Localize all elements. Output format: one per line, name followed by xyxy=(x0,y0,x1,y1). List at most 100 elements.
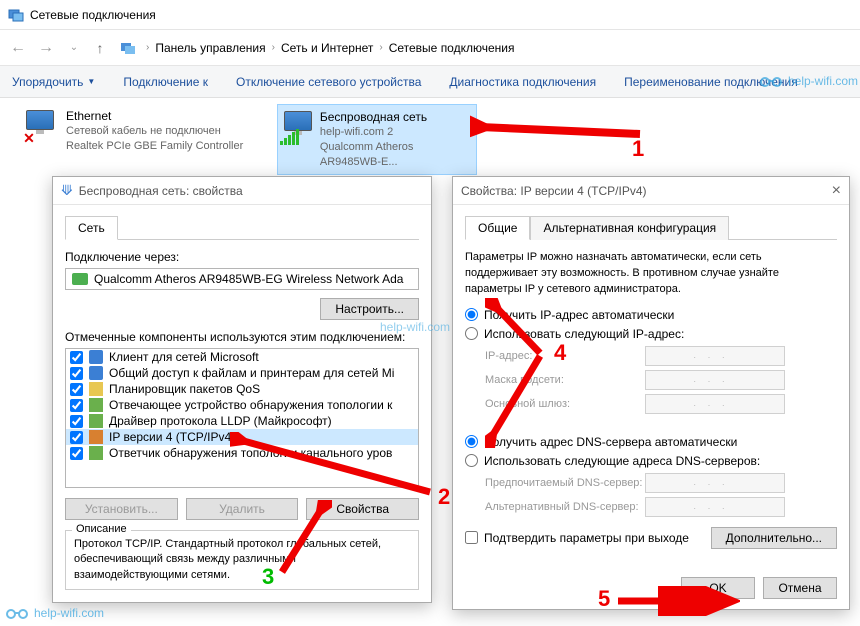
mask-label: Маска подсети: xyxy=(485,374,645,386)
breadcrumb-item[interactable]: Панель управления xyxy=(155,41,265,55)
connection-status: help-wifi.com 2 xyxy=(320,125,472,140)
dropdown-history[interactable]: ⌄ xyxy=(62,36,86,60)
watermark: help-wifi.com xyxy=(380,320,450,334)
annotation-label-3: 3 xyxy=(262,564,274,590)
ip-auto-radio[interactable] xyxy=(465,308,478,321)
watermark: help-wifi.com xyxy=(6,606,104,620)
responder-icon xyxy=(89,446,103,460)
chevron-down-icon: ▼ xyxy=(87,77,95,86)
radio-dns-manual[interactable]: Использовать следующие адреса DNS-сервер… xyxy=(465,454,837,468)
connection-name: Беспроводная сеть xyxy=(320,109,472,125)
up-button[interactable]: ↑ xyxy=(90,36,110,60)
back-button[interactable]: ← xyxy=(6,36,30,60)
watermark: help-wifi.com xyxy=(760,74,858,88)
dialog-footer: OK Отмена xyxy=(453,567,849,609)
adapter-name: Qualcomm Atheros AR9485WB-EG Wireless Ne… xyxy=(94,272,403,286)
connect-to-button[interactable]: Подключение к xyxy=(123,75,208,89)
description-label: Описание xyxy=(72,523,131,535)
dialog-title: Свойства: IP версии 4 (TCP/IPv4) xyxy=(461,184,811,198)
connect-via-label: Подключение через: xyxy=(65,250,419,264)
adapter-icon xyxy=(72,273,88,285)
dialog-title: Беспроводная сеть: свойства xyxy=(79,184,423,198)
advanced-button[interactable]: Дополнительно... xyxy=(711,527,837,549)
connection-wireless[interactable]: Беспроводная сеть help-wifi.com 2 Qualco… xyxy=(277,104,477,175)
tab-strip: Сеть xyxy=(65,215,419,240)
adapter-field[interactable]: Qualcomm Atheros AR9485WB-EG Wireless Ne… xyxy=(65,268,419,290)
dialog-titlebar[interactable]: Свойства: IP версии 4 (TCP/IPv4) × xyxy=(453,177,849,205)
breadcrumb[interactable]: › Панель управления › Сеть и Интернет › … xyxy=(120,40,856,56)
remove-button[interactable]: Удалить xyxy=(186,498,299,520)
annotation-label-2: 2 xyxy=(438,484,450,510)
ipv4-icon xyxy=(89,430,103,444)
components-list[interactable]: Клиент для сетей Microsoft Общий доступ … xyxy=(65,348,419,488)
gateway-input: ... xyxy=(645,394,785,414)
connection-name: Ethernet xyxy=(66,108,243,124)
radio-ip-manual[interactable]: Использовать следующий IP-адрес: xyxy=(465,327,837,341)
component-checkbox[interactable] xyxy=(70,447,83,460)
connection-ethernet[interactable]: ✕ Ethernet Сетевой кабель не подключен R… xyxy=(20,104,247,175)
list-item[interactable]: Общий доступ к файлам и принтерам для се… xyxy=(66,365,418,381)
breadcrumb-item[interactable]: Сеть и Интернет xyxy=(281,41,373,55)
tab-alternate[interactable]: Альтернативная конфигурация xyxy=(530,216,729,240)
cancel-button[interactable]: Отмена xyxy=(763,577,837,599)
dialog-titlebar[interactable]: ⟱ Беспроводная сеть: свойства xyxy=(53,177,431,205)
connection-device: Qualcomm Atheros AR9485WB-E... xyxy=(320,140,472,170)
confirm-checkbox-row[interactable]: Подтвердить параметры при выходе Дополни… xyxy=(465,527,837,549)
list-item[interactable]: Отвечающее устройство обнаружения тополо… xyxy=(66,397,418,413)
annotation-label-5: 5 xyxy=(598,586,610,612)
disable-device-button[interactable]: Отключение сетевого устройства xyxy=(236,75,421,89)
forward-button[interactable]: → xyxy=(34,36,58,60)
wireless-properties-dialog: ⟱ Беспроводная сеть: свойства Сеть Подкл… xyxy=(52,176,432,603)
install-button[interactable]: Установить... xyxy=(65,498,178,520)
ethernet-icon: ✕ xyxy=(24,108,60,144)
list-item[interactable]: Планировщик пакетов QoS xyxy=(66,381,418,397)
list-item[interactable]: Ответчик обнаружения топологии канальног… xyxy=(66,445,418,461)
component-checkbox[interactable] xyxy=(70,367,83,380)
diagnose-button[interactable]: Диагностика подключения xyxy=(449,75,596,89)
component-checkbox[interactable] xyxy=(70,351,83,364)
dns-alt-input: ... xyxy=(645,497,785,517)
list-item-ipv4[interactable]: IP версии 4 (TCP/IPv4) xyxy=(66,429,418,445)
error-icon: ✕ xyxy=(22,132,36,146)
logo-icon xyxy=(6,606,28,620)
command-bar: Упорядочить▼ Подключение к Отключение се… xyxy=(0,66,860,98)
ip-manual-radio[interactable] xyxy=(465,327,478,340)
connection-device: Realtek PCIe GBE Family Controller xyxy=(66,139,243,154)
tab-network[interactable]: Сеть xyxy=(65,216,118,240)
share-icon xyxy=(89,366,103,380)
configure-button[interactable]: Настроить... xyxy=(320,298,419,320)
dns-auto-radio[interactable] xyxy=(465,435,478,448)
component-checkbox[interactable] xyxy=(70,399,83,412)
mask-input: ... xyxy=(645,370,785,390)
client-icon xyxy=(89,350,103,364)
list-item[interactable]: Драйвер протокола LLDP (Майкрософт) xyxy=(66,413,418,429)
component-checkbox[interactable] xyxy=(70,431,83,444)
breadcrumb-item[interactable]: Сетевые подключения xyxy=(389,41,515,55)
network-icon xyxy=(8,7,24,23)
ipv4-info-text: Параметры IP можно назначать автоматичес… xyxy=(465,250,837,298)
list-item[interactable]: Клиент для сетей Microsoft xyxy=(66,349,418,365)
dns-fields: Предпочитаемый DNS-сервер:... Альтернати… xyxy=(485,473,837,517)
dns-manual-radio[interactable] xyxy=(465,454,478,467)
ok-button[interactable]: OK xyxy=(681,577,755,599)
components-label: Отмеченные компоненты используются этим … xyxy=(65,330,419,344)
wifi-icon: ⟱ xyxy=(61,182,73,199)
radio-dns-auto[interactable]: Получить адрес DNS-сервера автоматически xyxy=(465,435,837,449)
navbar: ← → ⌄ ↑ › Панель управления › Сеть и Инт… xyxy=(0,30,860,66)
lldp-icon xyxy=(89,414,103,428)
component-checkbox[interactable] xyxy=(70,383,83,396)
radio-ip-auto[interactable]: Получить IP-адрес автоматически xyxy=(465,308,837,322)
connections-view: ✕ Ethernet Сетевой кабель не подключен R… xyxy=(0,98,860,181)
tab-general[interactable]: Общие xyxy=(465,216,530,240)
logo-icon xyxy=(760,74,782,88)
connection-status: Сетевой кабель не подключен xyxy=(66,124,243,139)
confirm-on-exit-checkbox[interactable] xyxy=(465,531,478,544)
dns-alt-label: Альтернативный DNS-сервер: xyxy=(485,501,645,513)
dns-pref-label: Предпочитаемый DNS-сервер: xyxy=(485,477,645,489)
organize-menu[interactable]: Упорядочить▼ xyxy=(12,75,95,89)
properties-button[interactable]: Свойства xyxy=(306,498,419,520)
qos-icon xyxy=(89,382,103,396)
ip-fields: IP-адрес:... Маска подсети:... Основной … xyxy=(485,346,837,414)
component-checkbox[interactable] xyxy=(70,415,83,428)
close-icon[interactable]: × xyxy=(811,182,841,200)
